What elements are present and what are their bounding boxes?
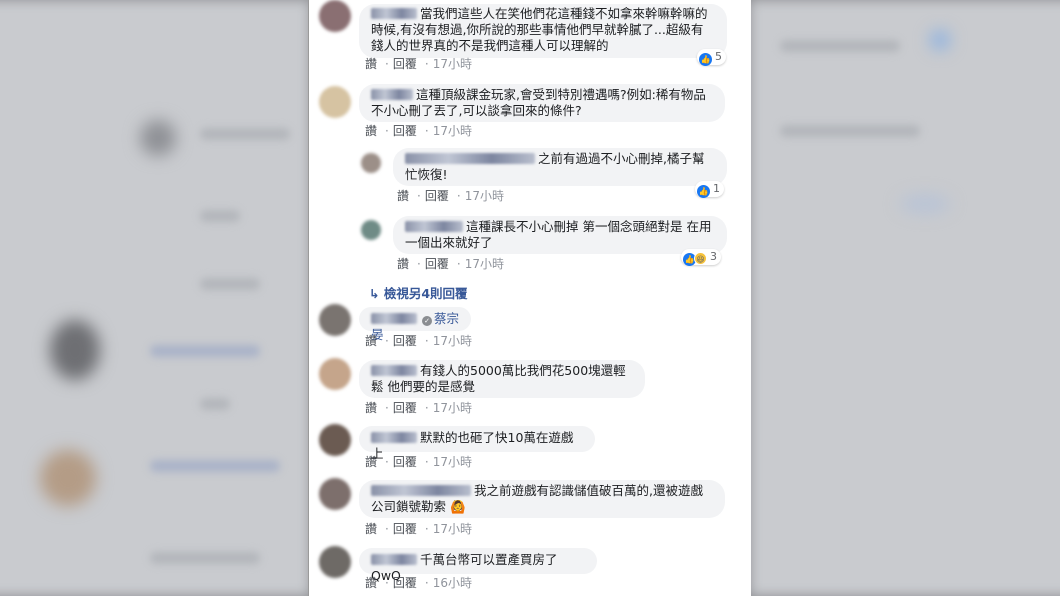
timestamp[interactable]: 17小時: [433, 334, 472, 348]
timestamp[interactable]: 17小時: [465, 257, 504, 271]
commenter-name[interactable]: [371, 554, 417, 565]
timestamp[interactable]: 16小時: [433, 576, 472, 590]
comment-actions: 讚 · 回覆 · 17小時: [365, 57, 472, 71]
avatar[interactable]: [319, 86, 351, 118]
like-button[interactable]: 讚: [365, 455, 377, 469]
comment-bubble: 有錢人的5000萬比我們花500塊還輕鬆 他們要的是感覺: [359, 360, 645, 398]
commenter-name[interactable]: [405, 153, 535, 164]
timestamp[interactable]: 17小時: [433, 401, 472, 415]
comment-actions: 讚 · 回覆 · 17小時: [365, 522, 472, 536]
commenter-name[interactable]: [371, 89, 413, 100]
blurred-right-area: [750, 0, 1060, 596]
reply-bubble: 這種課長不小心刪掉 第一個念頭絕對是 在用一個出來就好了: [393, 216, 727, 254]
like-button[interactable]: 讚: [365, 576, 377, 590]
timestamp[interactable]: 17小時: [433, 455, 472, 469]
comment-actions: 讚 · 回覆 · 17小時: [365, 455, 472, 469]
reply-button[interactable]: 回覆: [393, 57, 417, 71]
reaction-count[interactable]: 👍 5: [697, 49, 726, 66]
comment-actions: 讚 · 回覆 · 17小時: [397, 257, 504, 271]
reply-button[interactable]: 回覆: [393, 334, 417, 348]
commenter-name[interactable]: [371, 365, 417, 376]
comments-panel: 當我們這些人在笑他們花這種錢不如拿來幹嘛幹嘛的時候,有沒有想過,你所說的那些事情…: [308, 0, 751, 596]
comment-bubble: ✓ 蔡宗晏: [359, 307, 471, 342]
commenter-name[interactable]: [371, 8, 417, 19]
avatar[interactable]: [319, 304, 351, 336]
reply-button[interactable]: 回覆: [393, 124, 417, 138]
commenter-name[interactable]: [405, 221, 463, 232]
like-button[interactable]: 讚: [365, 57, 377, 71]
timestamp[interactable]: 17小時: [433, 522, 472, 536]
avatar[interactable]: [319, 546, 351, 578]
comment-bubble: 默默的也砸了快10萬在遊戲上: [359, 426, 595, 461]
like-button[interactable]: 讚: [365, 522, 377, 536]
avatar[interactable]: [319, 0, 351, 32]
emoji-icon: 🙆: [446, 499, 466, 514]
like-icon: 👍: [699, 53, 712, 66]
avatar[interactable]: [319, 478, 351, 510]
tag-icon: ✓: [422, 316, 432, 326]
timestamp[interactable]: 17小時: [433, 124, 472, 138]
commenter-name[interactable]: [371, 313, 417, 324]
blurred-avatar: [140, 120, 176, 156]
avatar[interactable]: [319, 358, 351, 390]
comment-actions: 讚 · 回覆 · 17小時: [365, 401, 472, 415]
reply-button[interactable]: 回覆: [393, 576, 417, 590]
like-icon: 👍: [697, 185, 710, 198]
reply-button[interactable]: 回覆: [393, 522, 417, 536]
avatar[interactable]: [361, 220, 381, 240]
like-button[interactable]: 讚: [365, 401, 377, 415]
reaction-count[interactable]: 👍 1: [695, 181, 724, 198]
like-button[interactable]: 讚: [397, 189, 409, 203]
comment-actions: 讚 · 回覆 · 16小時: [365, 576, 472, 590]
comment-bubble: 當我們這些人在笑他們花這種錢不如拿來幹嘛幹嘛的時候,有沒有想過,你所說的那些事情…: [359, 4, 727, 58]
commenter-name[interactable]: [371, 485, 471, 496]
avatar[interactable]: [361, 153, 381, 173]
like-button[interactable]: 讚: [365, 334, 377, 348]
comment-bubble: 我之前遊戲有認識儲值破百萬的,還被遊戲公司鎖號勒索 🙆: [359, 480, 725, 518]
blurred-avatar: [40, 450, 96, 506]
comment-bubble: 千萬台幣可以置產買房了QwQ: [359, 548, 597, 583]
comment-bubble: 這種頂級課金玩家,會受到特別禮遇嗎?例如:稀有物品不小心刪了丟了,可以談拿回來的…: [359, 84, 725, 122]
comment-text: 當我們這些人在笑他們花這種錢不如拿來幹嘛幹嘛的時候,有沒有想過,你所說的那些事情…: [371, 6, 708, 53]
reaction-count[interactable]: 👍 😆 3: [681, 249, 721, 266]
haha-icon: 😆: [694, 252, 707, 265]
timestamp[interactable]: 17小時: [465, 189, 504, 203]
reply-button[interactable]: 回覆: [425, 257, 449, 271]
reply-arrow-icon: ↳: [369, 286, 384, 301]
like-button[interactable]: 讚: [397, 257, 409, 271]
reply-button[interactable]: 回覆: [393, 455, 417, 469]
comment-text: 這種頂級課金玩家,會受到特別禮遇嗎?例如:稀有物品不小心刪了丟了,可以談拿回來的…: [371, 87, 706, 118]
view-more-replies-link[interactable]: ↳ 檢視另4則回覆: [369, 283, 468, 302]
comment-actions: 讚 · 回覆 · 17小時: [365, 334, 472, 348]
comment-actions: 讚 · 回覆 · 17小時: [397, 189, 504, 203]
comment-actions: 讚 · 回覆 · 17小時: [365, 124, 472, 138]
timestamp[interactable]: 17小時: [433, 57, 472, 71]
blurred-left-area: [0, 0, 310, 596]
reply-bubble: 之前有過過不小心刪掉,橘子幫忙恢復!: [393, 148, 727, 186]
blurred-avatar: [50, 320, 100, 380]
reply-button[interactable]: 回覆: [425, 189, 449, 203]
reply-button[interactable]: 回覆: [393, 401, 417, 415]
avatar[interactable]: [319, 424, 351, 456]
like-button[interactable]: 讚: [365, 124, 377, 138]
commenter-name[interactable]: [371, 432, 417, 443]
